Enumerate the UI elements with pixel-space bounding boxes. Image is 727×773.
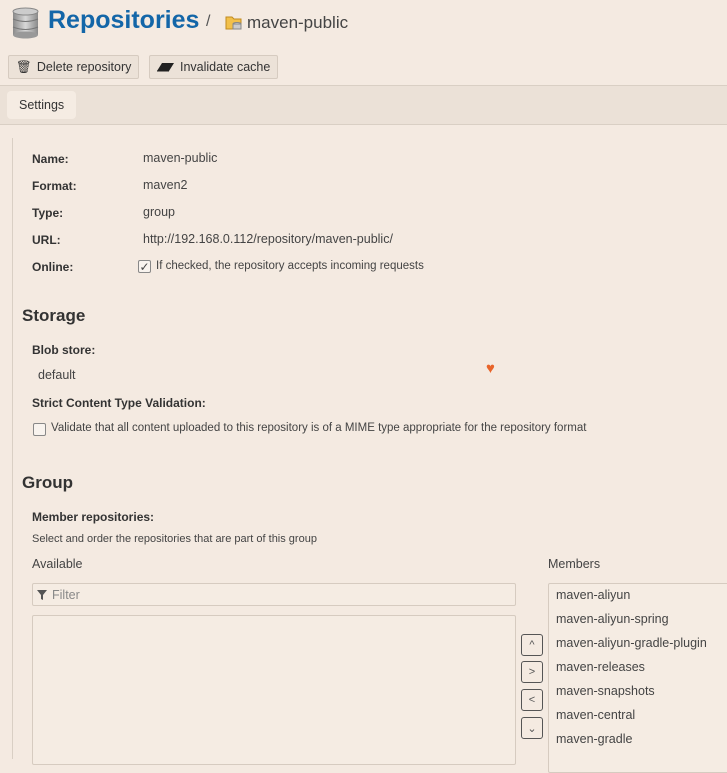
tab-settings[interactable]: Settings [7, 91, 77, 119]
url-value[interactable]: http://192.168.0.112/repository/maven-pu… [143, 232, 393, 246]
strict-validation-label: Strict Content Type Validation: [32, 396, 206, 410]
blob-store-value: default [38, 368, 76, 382]
online-label: Online: [32, 260, 74, 274]
member-item[interactable]: maven-aliyun-gradle-plugin [556, 636, 707, 650]
breadcrumb-repo-name: maven-public [247, 13, 349, 32]
available-list[interactable] [32, 615, 516, 765]
member-item[interactable]: maven-aliyun-spring [556, 612, 669, 626]
member-repositories-label: Member repositories: [32, 510, 155, 524]
member-item[interactable]: maven-aliyun [556, 588, 630, 602]
blob-store-label: Blob store: [32, 343, 96, 357]
repository-folder-icon [225, 16, 242, 30]
name-value: maven-public [143, 151, 218, 165]
online-checkbox[interactable]: ✓ [138, 260, 151, 274]
page-title[interactable]: Repositories [48, 6, 199, 35]
group-heading: Group [22, 473, 73, 492]
strict-validation-checkbox[interactable] [33, 423, 46, 436]
move-up-button[interactable]: ^ [521, 634, 543, 656]
move-left-button[interactable]: < [521, 689, 543, 711]
format-value: maven2 [143, 178, 188, 192]
members-label: Members [548, 557, 601, 571]
name-label: Name: [32, 152, 69, 166]
format-label: Format: [32, 179, 77, 193]
member-item[interactable]: maven-releases [556, 660, 645, 674]
member-help: Select and order the repositories that a… [32, 533, 317, 545]
type-value: group [143, 205, 175, 219]
heart-icon: ♥ [486, 360, 495, 377]
eraser-icon [157, 63, 174, 72]
member-item[interactable]: maven-snapshots [556, 684, 655, 698]
delete-repository-button[interactable]: 🗑 Delete repository [8, 55, 140, 79]
filter-input[interactable]: Filter [32, 583, 516, 606]
trash-icon: 🗑 [16, 59, 32, 74]
invalidate-cache-button[interactable]: Invalidate cache [149, 55, 279, 79]
tab-bar [0, 85, 727, 125]
strict-validation-help: Validate that all content uploaded to th… [51, 422, 587, 434]
breadcrumb-separator: / [206, 13, 211, 30]
filter-icon [37, 589, 47, 600]
move-down-button[interactable]: ⌄ [521, 717, 543, 739]
available-label: Available [32, 557, 83, 571]
member-item[interactable]: maven-gradle [556, 732, 632, 746]
move-right-button[interactable]: > [521, 661, 543, 683]
member-item[interactable]: maven-central [556, 708, 635, 722]
url-label: URL: [32, 233, 61, 247]
database-icon [12, 7, 39, 39]
online-help: If checked, the repository accepts incom… [156, 260, 424, 272]
type-label: Type: [32, 206, 64, 220]
storage-heading: Storage [22, 306, 86, 325]
